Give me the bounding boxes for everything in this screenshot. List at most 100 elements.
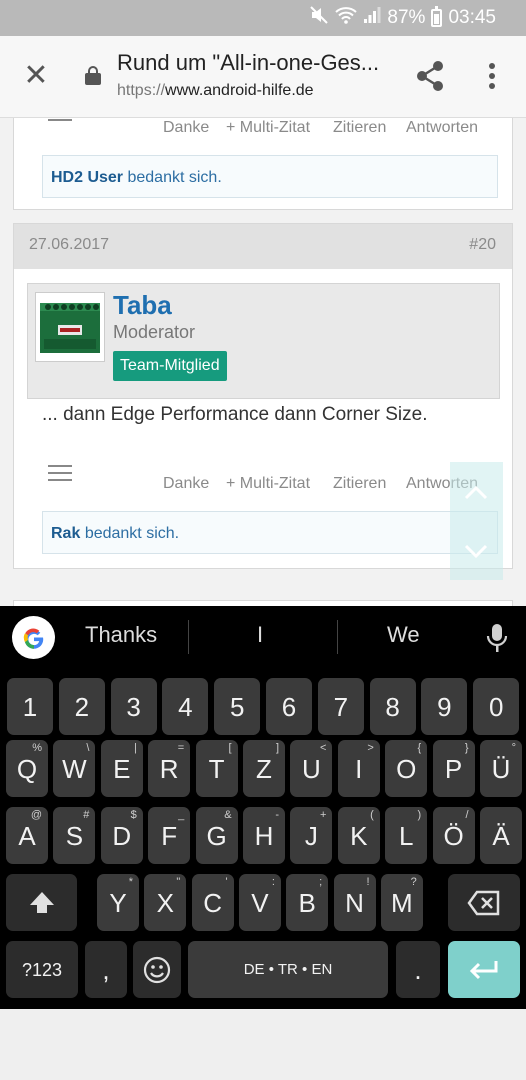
scroll-control[interactable] xyxy=(450,462,503,580)
google-icon[interactable] xyxy=(12,616,55,659)
enter-key[interactable] xyxy=(448,941,520,998)
more-vert-icon[interactable] xyxy=(482,58,502,94)
key-8[interactable]: 8 xyxy=(369,678,416,735)
suggestion-1[interactable]: Thanks xyxy=(85,622,157,648)
user-info: Taba Moderator Team-Mitglied xyxy=(27,283,500,399)
key-w[interactable]: W \ xyxy=(53,740,96,797)
key-g[interactable]: G & xyxy=(195,807,238,864)
key-3[interactable]: 3 xyxy=(110,678,157,735)
key-label: W xyxy=(62,754,87,784)
suggestion-bar: Thanks I We xyxy=(0,606,526,668)
key-5[interactable]: 5 xyxy=(214,678,261,735)
divider xyxy=(188,620,189,654)
key-e[interactable]: E | xyxy=(100,740,143,797)
key-hint: { xyxy=(417,742,422,754)
key-7[interactable]: 7 xyxy=(317,678,364,735)
key-label: 4 xyxy=(178,692,193,722)
key-label: ?123 xyxy=(21,960,63,980)
navigation-area xyxy=(0,1009,526,1080)
suggestion-2[interactable]: I xyxy=(257,622,263,648)
key-label: 9 xyxy=(437,692,452,722)
key-hint: % xyxy=(32,742,42,754)
key-hint: $ xyxy=(130,809,137,821)
key-p[interactable]: P} xyxy=(432,740,475,797)
suggestion-3[interactable]: We xyxy=(387,622,420,648)
key-2[interactable]: 2 xyxy=(58,678,105,735)
status-time: 03:45 xyxy=(448,7,496,28)
quote-link[interactable]: Zitieren xyxy=(333,119,386,137)
share-icon[interactable] xyxy=(412,58,448,94)
multi-quote-link[interactable]: + Multi-Zitat xyxy=(226,119,310,137)
key-c[interactable]: C ' xyxy=(191,874,234,931)
key-a[interactable]: A @ xyxy=(6,807,48,864)
key-label: V xyxy=(251,888,269,918)
key-v[interactable]: V: xyxy=(238,874,281,931)
key-o[interactable]: O{ xyxy=(385,740,428,797)
key-label: P xyxy=(444,754,463,784)
key-b[interactable]: B; xyxy=(286,874,329,931)
key-d[interactable]: D $ xyxy=(100,807,143,864)
lock-icon xyxy=(85,66,101,85)
shift-key[interactable] xyxy=(6,874,77,931)
key-m[interactable]: M? xyxy=(380,874,423,931)
multi-quote-link[interactable]: + Multi-Zitat xyxy=(226,475,310,493)
avatar[interactable] xyxy=(35,292,105,362)
key-label: R xyxy=(159,754,179,784)
emoji-key[interactable] xyxy=(133,941,181,998)
key-ü[interactable]: Ü ° xyxy=(480,740,522,797)
space-key[interactable]: DE • TR • EN xyxy=(188,941,388,998)
key-i[interactable]: I > xyxy=(337,740,380,797)
key-label: C xyxy=(203,888,222,918)
key-k[interactable]: K( xyxy=(337,807,380,864)
key-x[interactable]: X " xyxy=(144,874,187,931)
team-badge: Team-Mitglied xyxy=(113,351,227,381)
key-hint: @ xyxy=(30,809,42,821)
key-9[interactable]: 9 xyxy=(421,678,468,735)
key-hint: ( xyxy=(370,809,374,821)
username[interactable]: Taba xyxy=(113,290,172,321)
key-label: 5 xyxy=(229,692,245,722)
key-hint: " xyxy=(176,876,181,888)
key-q[interactable]: Q% xyxy=(6,740,48,797)
key-f[interactable]: F _ xyxy=(148,807,191,864)
thanks-link[interactable]: Danke xyxy=(163,119,209,137)
quote-link[interactable]: Zitieren xyxy=(333,475,386,493)
reply-link[interactable]: Antworten xyxy=(406,119,478,137)
key-h[interactable]: H- xyxy=(243,807,285,864)
key-label: F xyxy=(161,821,178,851)
backspace-key[interactable] xyxy=(448,874,520,931)
key-n[interactable]: N! xyxy=(333,874,376,931)
key-1[interactable]: 1 xyxy=(7,678,53,735)
key-j[interactable]: J + xyxy=(290,807,333,864)
page-url[interactable]: https://www.android-hilfe.de xyxy=(117,82,314,100)
page-title[interactable]: Rund um "All-in-one-Ges... xyxy=(117,50,389,76)
likes-summary: Rak bedankt sich. xyxy=(42,511,498,554)
comma-key[interactable]: , xyxy=(85,941,127,998)
key-s[interactable]: S # xyxy=(53,807,96,864)
post-number[interactable]: #20 xyxy=(469,236,496,254)
key-hint: * xyxy=(128,876,133,888)
key-hint: - xyxy=(275,809,279,821)
mic-icon[interactable] xyxy=(486,622,508,654)
close-icon[interactable]: ✕ xyxy=(18,58,54,94)
key-hint: # xyxy=(83,809,90,821)
key-6[interactable]: 6 xyxy=(266,678,312,735)
key-4[interactable]: 4 xyxy=(162,678,209,735)
liker-name[interactable]: Rak xyxy=(51,525,80,542)
period-key[interactable]: . xyxy=(396,941,440,998)
key-l[interactable]: L) xyxy=(385,807,428,864)
divider xyxy=(337,620,338,654)
key-u[interactable]: U < xyxy=(290,740,333,797)
key-ö[interactable]: Ö / xyxy=(432,807,475,864)
likes-summary: HD2 User bedankt sich. xyxy=(42,155,498,198)
key-r[interactable]: R = xyxy=(148,740,191,797)
key-0[interactable]: 0 xyxy=(473,678,520,735)
thanks-link[interactable]: Danke xyxy=(163,475,209,493)
key-y[interactable]: Y * xyxy=(97,874,139,931)
key-hint: ; xyxy=(319,876,323,888)
key-z[interactable]: Z] xyxy=(243,740,285,797)
key-ä[interactable]: Ä xyxy=(480,807,522,864)
key-t[interactable]: T[ xyxy=(195,740,238,797)
liker-name[interactable]: HD2 User xyxy=(51,169,123,186)
symbols-key[interactable]: ?123 xyxy=(6,941,78,998)
